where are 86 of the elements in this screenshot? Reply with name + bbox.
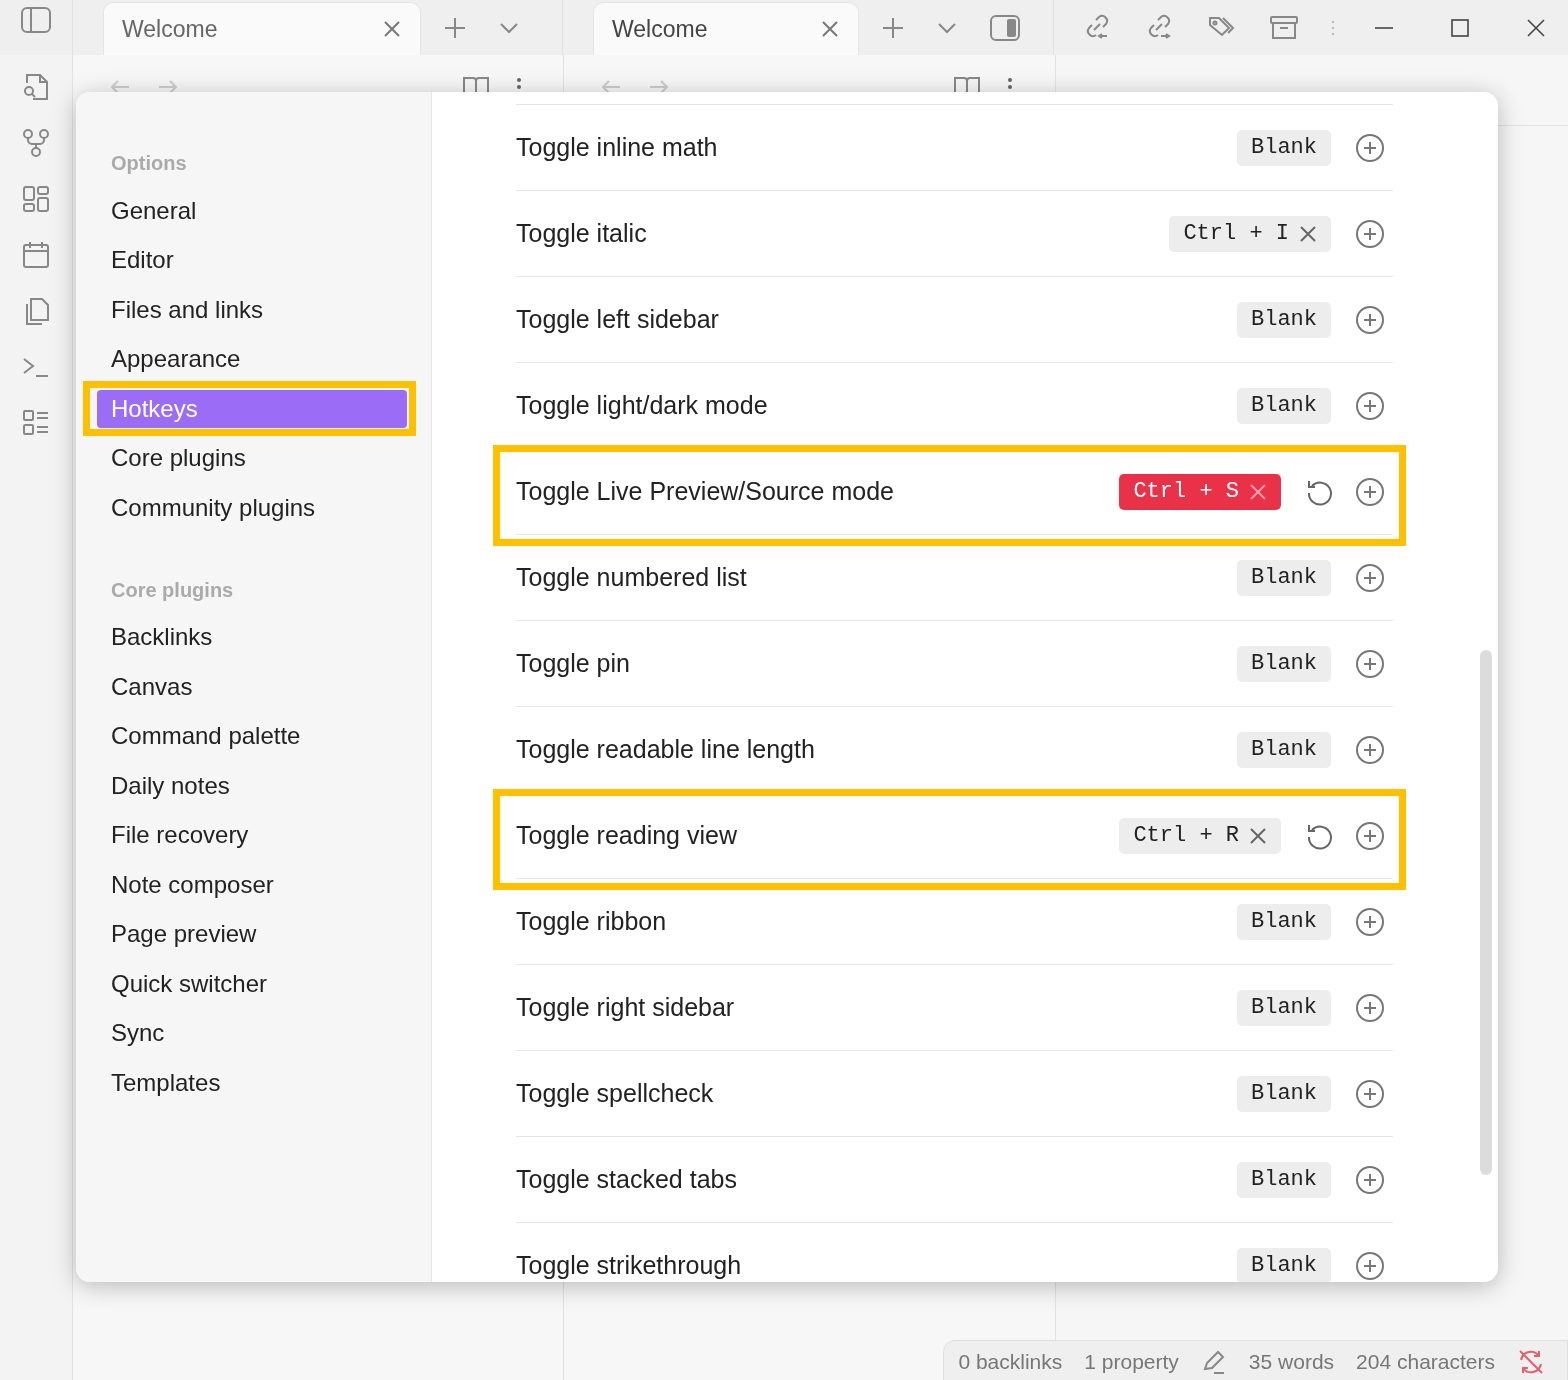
add-icon[interactable] bbox=[1355, 218, 1385, 249]
command-name: Toggle italic bbox=[516, 219, 647, 248]
command-name: Toggle stacked tabs bbox=[516, 1165, 737, 1194]
command-name: Toggle strikethrough bbox=[516, 1251, 742, 1280]
file-search-icon[interactable] bbox=[21, 71, 51, 103]
tab[interactable]: Welcome bbox=[103, 2, 421, 55]
fork-icon[interactable] bbox=[21, 127, 51, 159]
scrollbar[interactable] bbox=[1480, 650, 1492, 1175]
remove-icon[interactable] bbox=[1249, 482, 1267, 501]
nav-item[interactable]: Appearance bbox=[97, 340, 407, 379]
command-name: Toggle ribbon bbox=[516, 907, 667, 936]
hotkey-field[interactable]: Blank bbox=[1237, 1161, 1331, 1198]
properties-count[interactable]: 1 property bbox=[1084, 1350, 1179, 1374]
nav-item[interactable]: Quick switcher bbox=[97, 964, 407, 1003]
plus-icon[interactable] bbox=[443, 15, 467, 40]
nav-item[interactable]: Templates bbox=[97, 1063, 407, 1102]
plus-icon[interactable] bbox=[881, 15, 905, 40]
command-name: Toggle light/dark mode bbox=[516, 391, 768, 420]
close-icon[interactable] bbox=[1526, 17, 1546, 38]
hotkey-field[interactable]: Blank bbox=[1237, 301, 1331, 338]
close-icon[interactable] bbox=[820, 19, 840, 39]
command-name: Toggle Live Preview/Source mode bbox=[516, 477, 894, 506]
nav-item[interactable]: Files and links bbox=[97, 290, 407, 329]
nav-item[interactable]: File recovery bbox=[97, 816, 407, 855]
add-icon[interactable] bbox=[1355, 1078, 1385, 1109]
nav-item[interactable]: Sync bbox=[97, 1014, 407, 1053]
hotkey-field[interactable]: Blank bbox=[1237, 645, 1331, 682]
add-icon[interactable] bbox=[1355, 132, 1385, 163]
command-name: Toggle reading view bbox=[516, 821, 737, 850]
chevron-down-icon[interactable] bbox=[937, 21, 957, 34]
remove-icon[interactable] bbox=[1299, 224, 1317, 243]
nav-item[interactable]: Core plugins bbox=[97, 439, 407, 478]
backlinks-count[interactable]: 0 backlinks bbox=[958, 1350, 1063, 1374]
add-icon[interactable] bbox=[1355, 906, 1385, 937]
command-name: Toggle pin bbox=[516, 649, 630, 678]
hotkey-field[interactable]: Blank bbox=[1237, 989, 1331, 1026]
sync-off-icon[interactable] bbox=[1517, 1348, 1545, 1376]
add-icon[interactable] bbox=[1355, 304, 1385, 335]
add-icon[interactable] bbox=[1355, 648, 1385, 679]
character-count: 204 characters bbox=[1356, 1350, 1495, 1374]
nav-item[interactable]: Community plugins bbox=[97, 488, 407, 527]
command-name: Toggle right sidebar bbox=[516, 993, 735, 1022]
nav-item[interactable]: Page preview bbox=[97, 915, 407, 954]
sidebar-toggle-icon[interactable] bbox=[989, 13, 1021, 42]
add-icon[interactable] bbox=[1355, 734, 1385, 765]
nav-item[interactable]: Command palette bbox=[97, 717, 407, 756]
command-name: Toggle inline math bbox=[516, 133, 718, 162]
hotkey-field[interactable]: Blank bbox=[1237, 129, 1331, 166]
hotkey-field[interactable]: Blank bbox=[1237, 1247, 1331, 1282]
nav-item[interactable]: Daily notes bbox=[97, 766, 407, 805]
hotkey-field[interactable]: Blank bbox=[1237, 387, 1331, 424]
calendar-icon[interactable] bbox=[21, 239, 51, 271]
add-icon[interactable] bbox=[1355, 820, 1385, 851]
add-icon[interactable] bbox=[1355, 1250, 1385, 1281]
hotkey-keys: Ctrl + S bbox=[1133, 479, 1239, 504]
remove-icon[interactable] bbox=[1249, 826, 1267, 845]
dashboard-icon[interactable] bbox=[21, 183, 51, 215]
nav-item[interactable]: Canvas bbox=[97, 667, 407, 706]
tab[interactable]: Welcome bbox=[593, 2, 859, 55]
add-icon[interactable] bbox=[1355, 562, 1385, 593]
nav-item[interactable]: Note composer bbox=[97, 865, 407, 904]
command-name: Toggle readable line length bbox=[516, 735, 815, 764]
sidebar-toggle-icon[interactable] bbox=[20, 6, 52, 34]
add-icon[interactable] bbox=[1355, 1164, 1385, 1195]
command-name: Toggle left sidebar bbox=[516, 305, 719, 334]
add-icon[interactable] bbox=[1355, 390, 1385, 421]
command-name: Toggle numbered list bbox=[516, 563, 747, 592]
hotkey-field[interactable]: Blank bbox=[1237, 1075, 1331, 1112]
close-icon[interactable] bbox=[382, 19, 402, 39]
nav-item[interactable]: Hotkeys bbox=[97, 389, 407, 428]
command-name: Toggle spellcheck bbox=[516, 1079, 714, 1108]
hotkey-field[interactable]: Blank bbox=[1237, 731, 1331, 768]
maximize-icon[interactable] bbox=[1450, 17, 1470, 38]
word-count: 35 words bbox=[1248, 1350, 1335, 1374]
hotkey-field[interactable]: Blank bbox=[1237, 559, 1331, 596]
hotkey-keys: Ctrl + I bbox=[1183, 221, 1289, 246]
nav-item[interactable]: Backlinks bbox=[97, 618, 407, 657]
nav-item[interactable]: General bbox=[97, 191, 407, 230]
add-icon[interactable] bbox=[1355, 992, 1385, 1023]
hotkey-keys: Ctrl + R bbox=[1133, 823, 1239, 848]
hotkey-field[interactable]: Blank bbox=[1237, 903, 1331, 940]
section-heading: Options bbox=[110, 151, 188, 176]
add-icon[interactable] bbox=[1355, 476, 1385, 507]
nav-item[interactable]: Editor bbox=[97, 241, 407, 280]
chevron-down-icon[interactable] bbox=[499, 21, 519, 34]
section-heading: Core plugins bbox=[110, 577, 235, 603]
